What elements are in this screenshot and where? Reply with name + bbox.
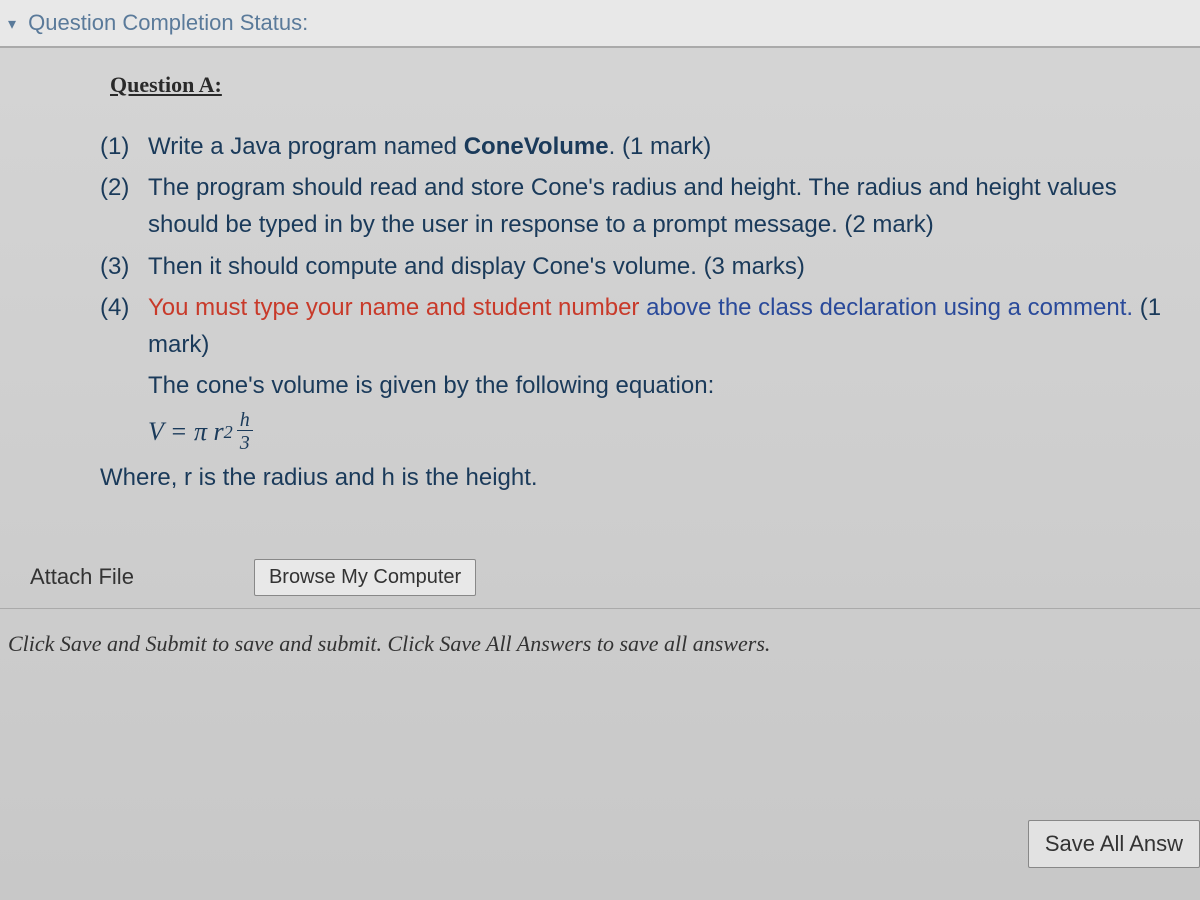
item-number: (1) (100, 128, 148, 165)
completion-status-label: Question Completion Status: (28, 10, 308, 35)
browse-my-computer-button[interactable]: Browse My Computer (254, 559, 476, 596)
equation-intro: The cone's volume is given by the follow… (148, 367, 1180, 404)
question-body: (1) Write a Java program named ConeVolum… (100, 128, 1200, 497)
item-text: The program should read and store Cone's… (148, 169, 1180, 243)
program-name: ConeVolume (464, 133, 609, 160)
save-all-answers-button[interactable]: Save All Answ (1028, 820, 1200, 868)
question-heading: Question A: (110, 72, 1200, 98)
formula-denominator: 3 (240, 431, 250, 453)
item-text-blue: above the class declaration using a comm… (646, 294, 1133, 321)
formula-exponent: 2 (224, 418, 233, 446)
attach-file-row: Attach File Browse My Computer (0, 547, 1200, 609)
chevron-down-icon: ▾ (8, 14, 16, 34)
item-number: (2) (100, 169, 148, 206)
save-submit-hint: Click Save and Submit to save and submit… (0, 609, 1200, 657)
item-text-prefix: Write a Java program named (148, 133, 464, 160)
formula-where: Where, r is the radius and h is the heig… (100, 459, 1180, 496)
question-item-3: (3) Then it should compute and display C… (100, 248, 1180, 285)
question-item-2: (2) The program should read and store Co… (100, 169, 1180, 243)
question-item-4: (4) You must type your name and student … (100, 289, 1180, 363)
question-item-1: (1) Write a Java program named ConeVolum… (100, 128, 1180, 165)
item-text-suffix: . (1 mark) (609, 133, 712, 160)
formula-numerator: h (237, 410, 253, 431)
formula-left: V = π r (148, 412, 224, 452)
item-number: (4) (100, 289, 148, 326)
item-text-red: You must type your name and student numb… (148, 294, 646, 321)
item-number: (3) (100, 248, 148, 285)
item-text: Then it should compute and display Cone'… (148, 248, 1180, 285)
attach-file-label: Attach File (30, 564, 134, 590)
completion-status-bar[interactable]: ▾ Question Completion Status: (0, 0, 1200, 48)
formula: V = π r2 h 3 (148, 410, 1180, 453)
question-content: Question A: (1) Write a Java program nam… (0, 72, 1200, 657)
